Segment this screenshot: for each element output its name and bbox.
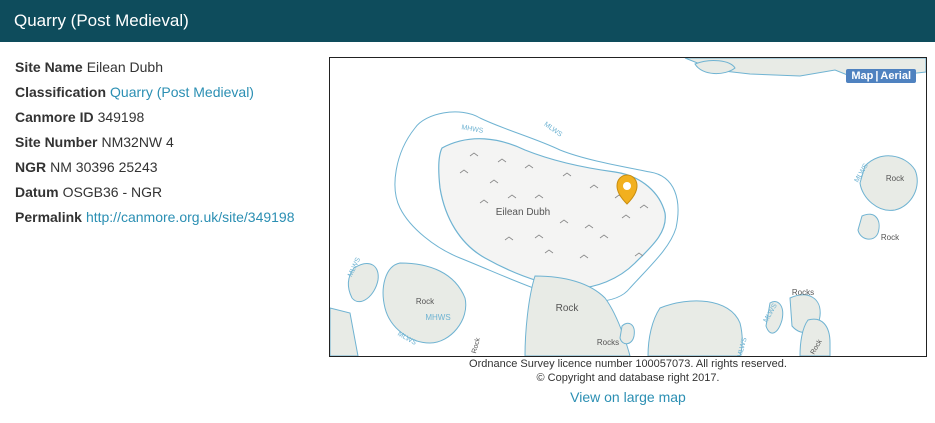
land-east-islet — [857, 213, 880, 240]
map-canvas[interactable]: Eilean Dubh Rock Rock Rock Rock Rocks Ro… — [330, 58, 926, 356]
page-header: Quarry (Post Medieval) — [0, 0, 935, 42]
map-label-rock-west: Rock — [416, 297, 435, 306]
map-label-island: Eilean Dubh — [496, 207, 550, 218]
land-southeast — [647, 300, 743, 356]
site-map[interactable]: Eilean Dubh Rock Rock Rock Rock Rocks Ro… — [329, 57, 927, 357]
detail-label: Permalink — [15, 209, 82, 225]
page-title: Quarry (Post Medieval) — [14, 11, 189, 30]
map-label-rocks-south: Rocks — [597, 338, 619, 347]
land-south-islet — [619, 322, 635, 345]
licence-line-1: Ordnance Survey licence number 100057073… — [469, 358, 787, 370]
view-large-map-link[interactable]: View on large map — [329, 389, 927, 405]
island-eilean-dubh — [438, 138, 666, 289]
map-toggle-button[interactable]: Map — [851, 70, 873, 82]
land-east-island — [859, 155, 918, 211]
detail-row-classification: Classification Quarry (Post Medieval) — [15, 84, 325, 109]
detail-value: 349198 — [97, 109, 145, 125]
detail-value: NM 30396 25243 — [50, 159, 158, 175]
detail-row-site-name: Site Name Eilean Dubh — [15, 59, 325, 84]
permalink-link[interactable]: http://canmore.org.uk/site/349198 — [86, 209, 295, 225]
map-licence: Ordnance Survey licence number 100057073… — [329, 357, 927, 385]
land-left-edge — [330, 307, 359, 356]
detail-label: Canmore ID — [15, 109, 94, 125]
map-label-rocks: Rocks — [792, 288, 814, 297]
map-label-mhws-west: MHWS — [425, 313, 450, 322]
detail-row-permalink: Permalink http://canmore.org.uk/site/3491… — [15, 209, 325, 234]
aerial-toggle-button[interactable]: Aerial — [880, 70, 911, 82]
map-aerial-toggle[interactable]: Map | Aerial — [846, 69, 916, 83]
map-label-rock-south-west: Rock — [471, 337, 482, 355]
map-label-mhws-north: MHWS — [461, 124, 484, 135]
detail-row-ngr: NGR NM 30396 25243 — [15, 159, 325, 184]
site-details: Site Name Eilean Dubh Classification Quarr… — [15, 59, 325, 234]
detail-row-datum: Datum OSGB36 - NGR — [15, 184, 325, 209]
detail-row-canmore-id: Canmore ID 349198 — [15, 109, 325, 134]
map-label-mlws-north: MLWS — [542, 121, 563, 139]
detail-label: Site Number — [15, 134, 98, 150]
detail-label: Classification — [15, 84, 107, 100]
detail-label: Datum — [15, 184, 59, 200]
toggle-separator: | — [875, 70, 879, 82]
detail-label: NGR — [15, 159, 47, 175]
licence-line-2: © Copyright and database right 2017. — [536, 372, 720, 384]
detail-value: OSGB36 - NGR — [62, 184, 163, 200]
map-label-rock-east-islet: Rock — [881, 233, 900, 242]
map-label-rock: Rock — [556, 303, 580, 314]
detail-value: NM32NW 4 — [101, 134, 174, 150]
map-label-rock-east: Rock — [886, 174, 905, 183]
detail-row-site-number: Site Number NM32NW 4 — [15, 134, 325, 159]
detail-label: Site Name — [15, 59, 83, 75]
detail-value: Eilean Dubh — [86, 59, 163, 75]
classification-link[interactable]: Quarry (Post Medieval) — [110, 84, 254, 100]
